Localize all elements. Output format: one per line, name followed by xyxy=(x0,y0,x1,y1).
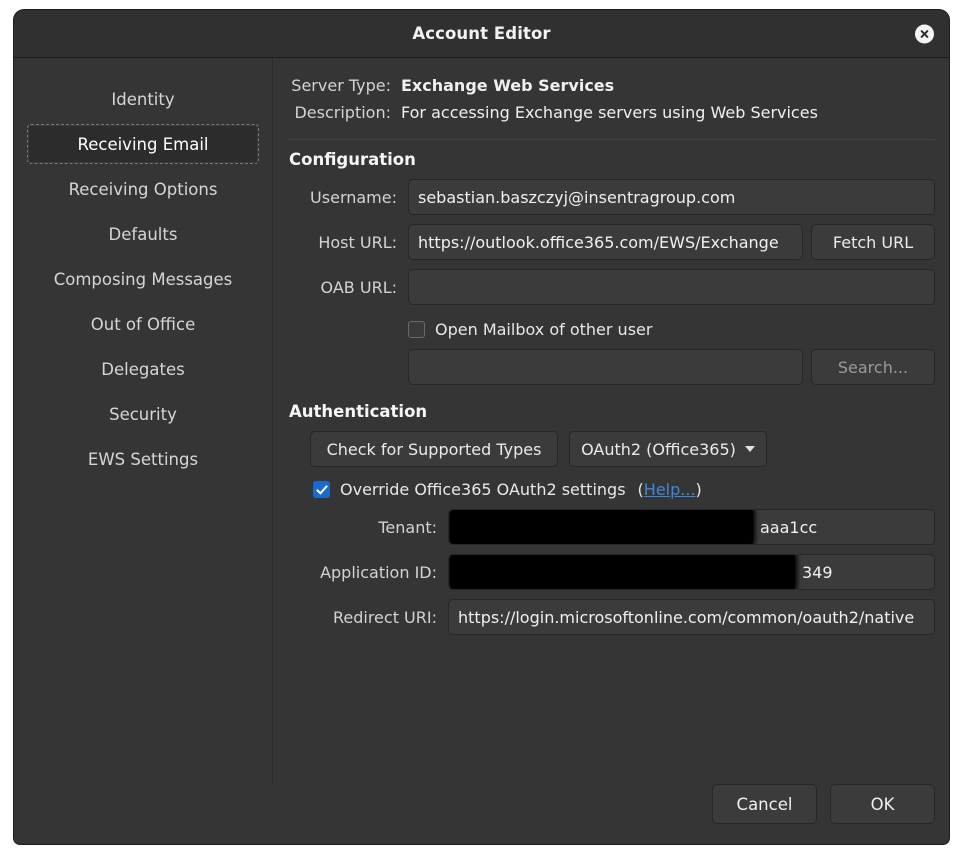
host-url-label: Host URL: xyxy=(318,232,397,252)
server-type-value: Exchange Web Services xyxy=(401,76,615,95)
fetch-url-button[interactable]: Fetch URL xyxy=(811,224,935,260)
application-id-input[interactable]: 349 xyxy=(448,554,935,590)
sidebar-item-receiving-email[interactable]: Receiving Email xyxy=(27,124,259,164)
oab-url-label: OAB URL: xyxy=(320,277,397,297)
auth-type-selected-label: OAuth2 (Office365) xyxy=(581,439,736,459)
search-button[interactable]: Search... xyxy=(811,349,935,385)
sidebar-item-ews-settings[interactable]: EWS Settings xyxy=(27,439,259,479)
open-mailbox-label: Open Mailbox of other user xyxy=(435,320,653,339)
mailbox-user-input[interactable] xyxy=(408,349,803,385)
check-supported-types-button[interactable]: Check for Supported Types xyxy=(310,431,558,467)
server-type-row: Server Type: Exchange Web Services xyxy=(288,76,935,95)
sidebar-item-label: Defaults xyxy=(108,224,178,244)
sidebar-item-label: Composing Messages xyxy=(53,269,233,289)
tenant-input[interactable]: aaa1cc xyxy=(448,509,935,545)
username-row: Username: sebastian.baszczyj@insentragro… xyxy=(288,179,935,215)
sidebar-item-label: EWS Settings xyxy=(87,449,199,469)
oab-url-input[interactable] xyxy=(408,269,935,305)
override-oauth-checkbox[interactable] xyxy=(313,481,330,498)
open-mailbox-checkbox[interactable] xyxy=(408,321,425,338)
redirect-uri-label: Redirect URI: xyxy=(332,607,437,627)
tenant-redaction-overlay xyxy=(450,510,753,544)
description-label: Description: xyxy=(294,103,391,122)
configuration-heading: Configuration xyxy=(289,150,416,169)
settings-sidebar: Identity Receiving Email Receiving Optio… xyxy=(14,58,273,784)
help-close-paren: ) xyxy=(695,480,702,499)
receiving-email-pane: Server Type: Exchange Web Services Descr… xyxy=(273,58,949,784)
sidebar-item-label: Delegates xyxy=(101,359,185,379)
username-label: Username: xyxy=(310,187,397,207)
open-mailbox-checkbox-row: Open Mailbox of other user xyxy=(408,320,935,339)
description-row: Description: For accessing Exchange serv… xyxy=(288,103,935,122)
authentication-heading: Authentication xyxy=(289,402,428,421)
dialog-footer: Cancel OK xyxy=(14,784,949,844)
sidebar-item-label: Receiving Options xyxy=(68,179,218,199)
ok-button[interactable]: OK xyxy=(830,784,935,824)
cancel-button[interactable]: Cancel xyxy=(712,784,817,824)
auth-type-dropdown[interactable]: OAuth2 (Office365) xyxy=(569,431,767,467)
override-oauth-row: Override Office365 OAuth2 settings ( Hel… xyxy=(313,480,935,499)
redirect-uri-row: Redirect URI: https://login.microsoftonl… xyxy=(288,599,935,635)
sidebar-item-receiving-options[interactable]: Receiving Options xyxy=(27,169,259,209)
sidebar-item-security[interactable]: Security xyxy=(27,394,259,434)
application-id-label: Application ID: xyxy=(320,562,437,582)
application-id-row: Application ID: 349 xyxy=(288,554,935,590)
sidebar-item-delegates[interactable]: Delegates xyxy=(27,349,259,389)
sidebar-item-defaults[interactable]: Defaults xyxy=(27,214,259,254)
application-id-redaction-overlay xyxy=(450,555,795,589)
title-bar: Account Editor xyxy=(14,10,949,58)
dialog-body: Identity Receiving Email Receiving Optio… xyxy=(14,58,949,784)
tenant-row: Tenant: aaa1cc xyxy=(288,509,935,545)
override-oauth-label: Override Office365 OAuth2 settings xyxy=(340,480,626,499)
account-editor-window: Account Editor Identity Receiving Email … xyxy=(14,10,949,844)
help-link[interactable]: Help... xyxy=(644,480,696,499)
chevron-down-icon xyxy=(744,446,755,452)
tenant-label: Tenant: xyxy=(378,517,437,537)
divider xyxy=(288,139,935,140)
host-url-row: Host URL: https://outlook.office365.com/… xyxy=(288,224,935,260)
sidebar-item-label: Identity xyxy=(111,89,175,109)
host-url-input[interactable]: https://outlook.office365.com/EWS/Exchan… xyxy=(408,224,803,260)
application-id-value: 349 xyxy=(802,562,833,582)
tenant-value: aaa1cc xyxy=(760,517,818,537)
sidebar-item-composing-messages[interactable]: Composing Messages xyxy=(27,259,259,299)
mailbox-user-row: Search... xyxy=(288,349,935,385)
oab-url-row: OAB URL: xyxy=(288,269,935,305)
description-value: For accessing Exchange servers using Web… xyxy=(401,103,818,122)
window-title: Account Editor xyxy=(412,24,551,43)
sidebar-item-out-of-office[interactable]: Out of Office xyxy=(27,304,259,344)
close-icon[interactable] xyxy=(915,24,934,43)
sidebar-item-identity[interactable]: Identity xyxy=(27,79,259,119)
auth-buttons-row: Check for Supported Types OAuth2 (Office… xyxy=(288,431,935,467)
username-input[interactable]: sebastian.baszczyj@insentragroup.com xyxy=(408,179,935,215)
server-type-label: Server Type: xyxy=(291,76,391,95)
sidebar-item-label: Security xyxy=(109,404,177,424)
redirect-uri-input[interactable]: https://login.microsoftonline.com/common… xyxy=(448,599,935,635)
sidebar-item-label: Out of Office xyxy=(90,314,196,334)
sidebar-item-label: Receiving Email xyxy=(77,134,209,154)
